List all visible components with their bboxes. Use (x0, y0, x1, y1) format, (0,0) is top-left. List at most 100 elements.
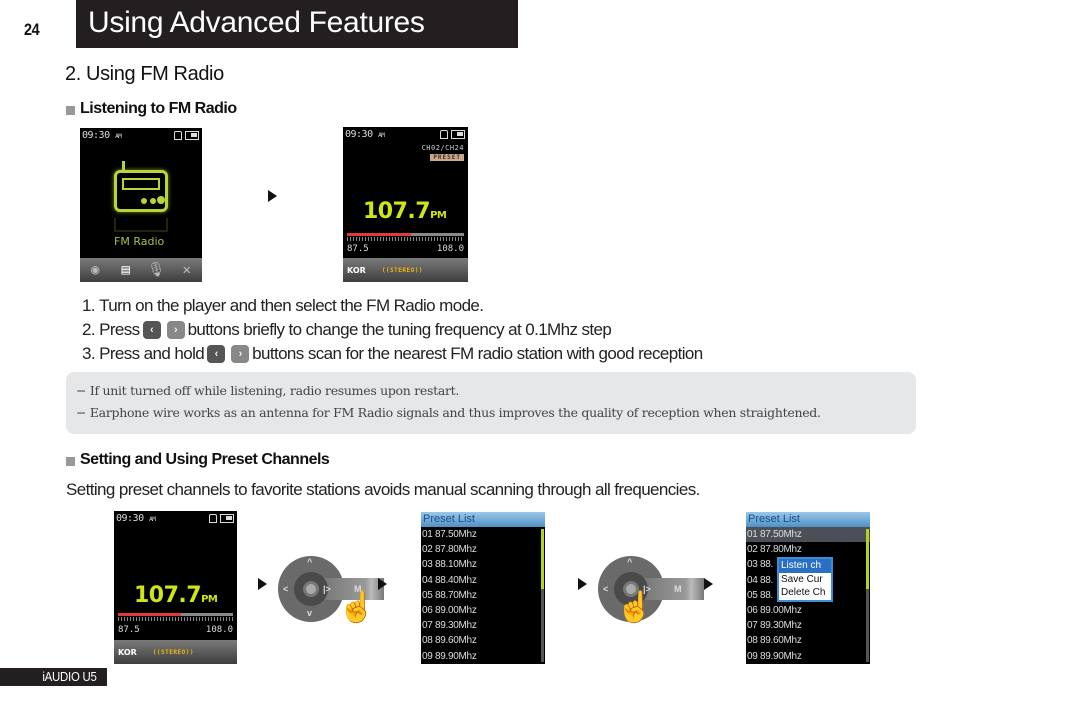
fm-radio-label: FM Radio (114, 235, 165, 248)
channel-indicator: CH02/CH24 (421, 144, 464, 152)
chapter-title: Using Advanced Features (88, 6, 425, 39)
stereo-indicator: ((STEREO)) (152, 648, 194, 656)
status-bar: 09:30 AM (82, 130, 200, 144)
down-label: v (307, 608, 313, 618)
battery-icon (185, 131, 199, 140)
preset-item[interactable]: 02 87.80Mhz (421, 542, 545, 557)
clock-time: 09:30 (345, 129, 373, 140)
arrow-right-icon (268, 190, 277, 202)
preset-tuner-screen: 09:30 AM 107.7PM 87.5 108.0 KOR ((STEREO… (114, 511, 237, 664)
preset-item[interactable]: 03 88.10Mhz (421, 557, 545, 572)
microphone-icon[interactable]: 🎙 (141, 262, 172, 278)
scrollbar-thumb[interactable] (866, 529, 869, 589)
clock-ampm: AM (115, 133, 122, 140)
clock-ampm: AM (378, 132, 385, 139)
step-text-pre: Press (99, 320, 140, 339)
preset-item[interactable]: 02 87.80Mhz (746, 542, 870, 557)
popup-item-delete[interactable]: Delete Ch (779, 586, 831, 600)
frequency-value: 107.7 (134, 583, 202, 608)
preset-item[interactable]: 08 89.60Mhz (421, 633, 545, 648)
step-text-pre: Press and hold (99, 344, 205, 363)
listening-heading-text: Listening to FM Radio (80, 100, 237, 117)
pointing-hand-icon: ☝ (338, 591, 376, 624)
tuner-ticks (118, 617, 233, 621)
clock-time: 09:30 (82, 130, 110, 141)
radio-knob (150, 198, 156, 204)
preset-item[interactable]: 04 88.40Mhz (421, 573, 545, 588)
battery-icon (220, 514, 234, 523)
step-number: 1. (82, 296, 96, 315)
up-label: ^ (627, 557, 633, 567)
frequency-readout: 107.7PM (363, 199, 447, 224)
tuner-fill (118, 613, 182, 616)
step-text: buttons briefly to change the tuning fre… (187, 320, 612, 339)
radio-icon[interactable]: ▤ (111, 262, 142, 278)
controller-press-mode: ^ v < |> M ☝ (278, 548, 388, 628)
radio-knob (157, 196, 165, 204)
section-title: 2. Using FM Radio (65, 63, 224, 85)
clock: 09:30 AM (82, 130, 122, 141)
preset-item[interactable]: 09 89.90Mhz (421, 649, 545, 664)
left-label: < (603, 584, 609, 594)
preset-item[interactable]: 08 89.60Mhz (746, 633, 870, 648)
popup-item-save[interactable]: Save Cur (779, 573, 831, 587)
region-label: KOR (347, 265, 366, 275)
preset-item[interactable]: 09 89.90Mhz (746, 649, 870, 664)
tuner-info-bar: KOR ((STEREO)) (343, 258, 468, 282)
preset-popup-menu: Listen ch Save Cur Delete Ch (777, 557, 833, 602)
note-1: − If unit turned off while listening, ra… (76, 383, 460, 398)
clock-ampm: AM (149, 516, 156, 523)
prev-button-icon: ‹ (207, 345, 226, 363)
popup-item-listen[interactable]: Listen ch (779, 559, 831, 573)
tuner-bar (118, 613, 233, 616)
region-label: KOR (118, 647, 137, 657)
square-bullet-icon (66, 106, 75, 115)
lock-icon (440, 130, 448, 139)
right-label: |> (323, 584, 331, 594)
status-bar: 09:30 AM (345, 129, 466, 143)
controller-press-center: ^ < |> M ☝ (598, 548, 708, 628)
radio-dial (122, 178, 160, 190)
scrollbar[interactable] (866, 529, 869, 662)
note-box: − If unit turned off while listening, ra… (66, 372, 916, 434)
preset-item[interactable]: 06 89.00Mhz (421, 603, 545, 618)
stereo-indicator: ((STEREO)) (381, 266, 423, 274)
preset-item[interactable]: 01 87.50Mhz (421, 527, 545, 542)
wheel-center-button[interactable] (303, 581, 319, 597)
tuner-bar (347, 233, 464, 236)
scrollbar-thumb[interactable] (541, 529, 544, 589)
step-2: 2. Press ‹ › buttons briefly to change th… (82, 318, 703, 342)
menu-icon-bar: ◉ ▤ 🎙 ✕ (80, 258, 202, 282)
arrow-right-icon (704, 578, 713, 590)
radio-reflection (114, 218, 168, 232)
scrollbar[interactable] (541, 529, 544, 662)
preset-list-title: Preset List (421, 512, 545, 527)
clock-time: 09:30 (116, 513, 144, 524)
page-number: 24 (24, 20, 40, 39)
pointing-hand-icon: ☝ (616, 591, 654, 624)
tools-icon[interactable]: ✕ (172, 262, 203, 278)
disc-icon[interactable]: ◉ (80, 262, 111, 278)
left-label: < (283, 584, 289, 594)
radio-antenna (122, 161, 125, 171)
mode-label: M (674, 584, 682, 594)
presets-heading: Setting and Using Preset Channels (66, 451, 330, 469)
preset-item[interactable]: 06 89.00Mhz (746, 603, 870, 618)
preset-item[interactable]: 07 89.30Mhz (746, 618, 870, 633)
range-min: 87.5 (118, 625, 140, 635)
step-text: Turn on the player and then select the F… (99, 296, 484, 315)
prev-button-icon: ‹ (142, 321, 161, 339)
tuner-info-bar: KOR ((STEREO)) (114, 640, 237, 664)
up-label: ^ (307, 557, 313, 567)
range-max: 108.0 (205, 625, 233, 635)
preset-badge: PRESET (430, 154, 464, 161)
listening-heading: Listening to FM Radio (66, 100, 237, 118)
preset-item[interactable]: 07 89.30Mhz (421, 618, 545, 633)
tuner-fill (347, 233, 412, 236)
preset-item-selected[interactable]: 01 87.50Mhz (746, 527, 870, 543)
step-3: 3. Press and hold ‹ › buttons scan for th… (82, 342, 703, 366)
preset-list-popup-screen: Preset List 01 87.50Mhz 02 87.80Mhz 03 8… (746, 512, 870, 664)
preset-item[interactable]: 05 88.70Mhz (421, 588, 545, 603)
frequency-suffix: PM (430, 210, 447, 221)
step-number: 3. (82, 344, 96, 363)
